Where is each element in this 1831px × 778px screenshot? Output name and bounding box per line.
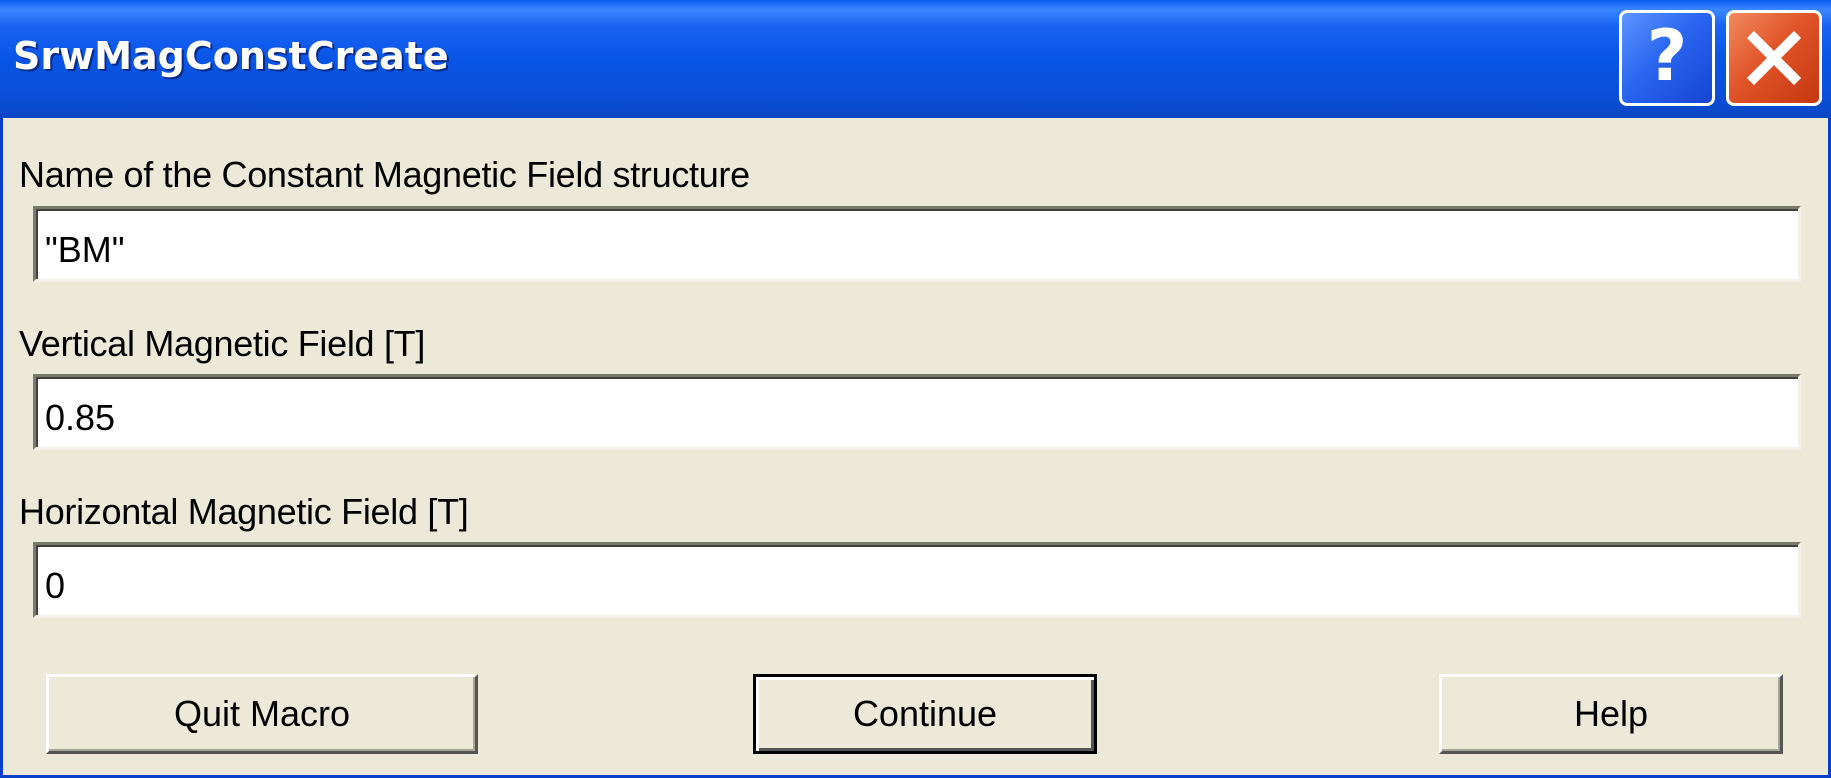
vertical-field-input[interactable] [33,374,1801,450]
continue-button[interactable]: Continue [753,674,1097,754]
titlebar-close-button[interactable] [1726,10,1822,106]
title-bar[interactable]: SrwMagConstCreate ? [0,0,1831,118]
quit-macro-button[interactable]: Quit Macro [46,674,478,754]
horizontal-field-input[interactable] [33,542,1801,618]
question-mark-icon: ? [1646,15,1688,97]
horizontal-field-label: Horizontal Magnetic Field [T] [19,491,469,532]
titlebar-help-button[interactable]: ? [1619,10,1715,106]
help-button[interactable]: Help [1439,674,1783,754]
structure-name-label: Name of the Constant Magnetic Field stru… [19,154,750,195]
window-title: SrwMagConstCreate [13,34,449,78]
dialog-window: SrwMagConstCreate ? Name of the Constant… [0,0,1831,778]
vertical-field-label: Vertical Magnetic Field [T] [19,323,426,364]
structure-name-input[interactable] [33,206,1801,282]
close-icon [1746,30,1802,86]
